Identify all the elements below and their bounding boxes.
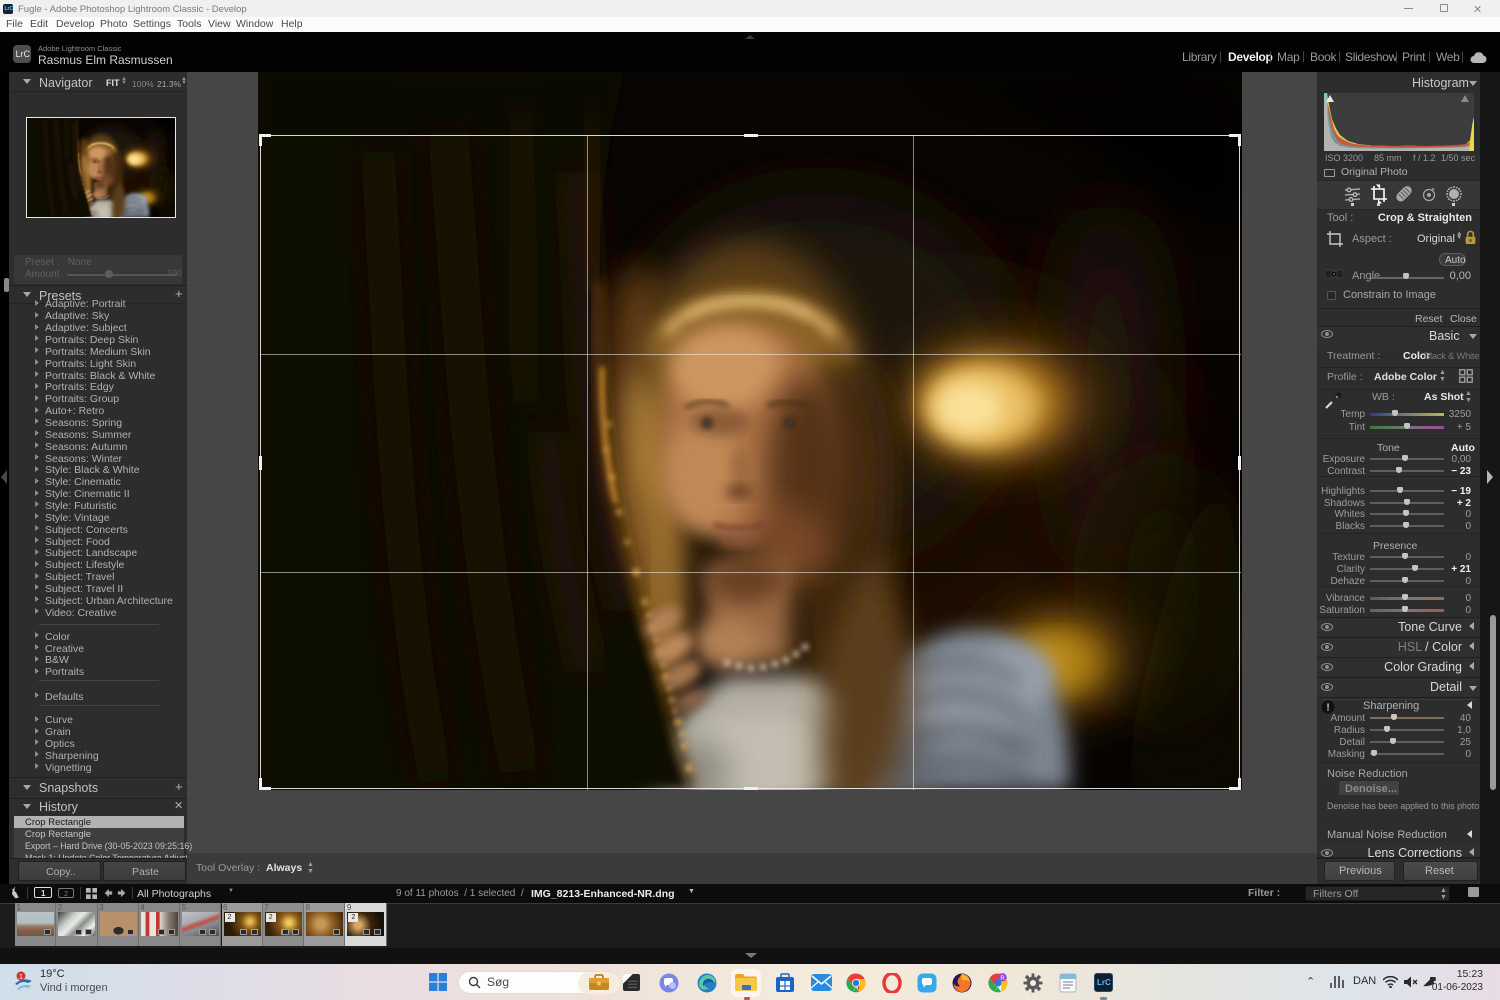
svg-text:R: R — [1000, 976, 1005, 982]
svg-text:!: ! — [1326, 703, 1329, 714]
svg-text:1: 1 — [19, 972, 23, 981]
